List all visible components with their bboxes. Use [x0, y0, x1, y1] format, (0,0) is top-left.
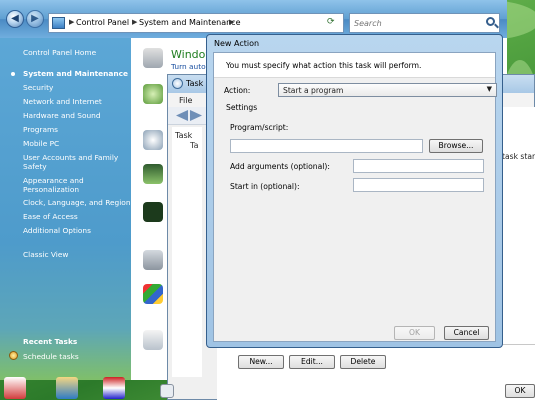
flag-icon[interactable]: [103, 377, 125, 399]
search-box[interactable]: [349, 13, 500, 33]
control-panel-icon: [52, 17, 65, 29]
sidebar-item-mobile-pc[interactable]: Mobile PC: [23, 139, 59, 148]
program-script-field[interactable]: [230, 139, 423, 153]
sidebar-item-security[interactable]: Security: [23, 83, 53, 92]
breadcrumb-control-panel[interactable]: Control Panel: [76, 18, 129, 27]
search-input[interactable]: [350, 14, 480, 32]
forward-button[interactable]: ▶: [26, 10, 44, 28]
settings-label: Settings: [226, 103, 258, 112]
tree-item-task-scheduler[interactable]: Task: [175, 131, 192, 140]
back-button[interactable]: ◀: [6, 10, 24, 28]
program-icon[interactable]: [56, 377, 78, 399]
sidebar-item-programs[interactable]: Programs: [23, 125, 58, 134]
chevron-right-icon: ▶: [229, 18, 235, 26]
sidebar-item-system-maintenance[interactable]: System and Maintenance: [23, 69, 128, 78]
sidebar-item-appearance[interactable]: Appearance and Personalization: [23, 176, 123, 194]
breadcrumb-system-maintenance[interactable]: System and Maintenance: [139, 18, 241, 27]
instruction-text: You must specify what action this task w…: [226, 61, 422, 70]
start-in-label: Start in (optional):: [230, 182, 300, 191]
sidebar-item-clock-language[interactable]: Clock, Language, and Region: [23, 198, 131, 207]
search-icon[interactable]: [486, 17, 495, 26]
add-arguments-label: Add arguments (optional):: [230, 162, 330, 171]
control-panel-sidebar: Control Panel Home System and Maintenanc…: [0, 38, 131, 380]
dialog-ok-button[interactable]: OK: [394, 326, 435, 340]
start-in-input[interactable]: [354, 179, 483, 191]
new-action-dialog: New Action You must specify what action …: [206, 34, 503, 348]
shortcut-icon[interactable]: [160, 384, 174, 398]
monitor-icon: [143, 164, 163, 184]
program-script-input[interactable]: [231, 140, 422, 152]
document-icon: [143, 330, 163, 350]
sidebar-item-additional-options[interactable]: Additional Options: [23, 226, 91, 235]
tree-pane: [172, 127, 202, 377]
start-in-field[interactable]: [353, 178, 484, 192]
dialog-body: You must specify what action this task w…: [213, 52, 497, 342]
address-box[interactable]: ▶ Control Panel ▶ System and Maintenance…: [48, 13, 344, 33]
action-label: Action:: [224, 86, 251, 95]
details-text: task starts: [502, 152, 535, 161]
terminal-icon: [143, 202, 163, 222]
sidebar-classic-view-link[interactable]: Classic View: [23, 250, 68, 259]
instruction-banner: You must specify what action this task w…: [214, 53, 495, 78]
recent-task-schedule[interactable]: Schedule tasks: [23, 352, 79, 361]
sidebar-item-network[interactable]: Network and Internet: [23, 97, 102, 106]
sidebar-item-hardware[interactable]: Hardware and Sound: [23, 111, 101, 120]
refresh-icon[interactable]: ⟳: [327, 17, 335, 27]
clock-icon: [172, 78, 183, 89]
windows-logo-icon: [143, 284, 163, 304]
actions-list-area: [217, 344, 535, 400]
current-bullet-icon: [11, 72, 15, 76]
dropdown-arrow-icon: ▼: [486, 85, 492, 93]
sidebar-item-user-accounts[interactable]: User Accounts and Family Safety: [23, 153, 123, 171]
browse-button[interactable]: Browse...: [429, 139, 483, 153]
recent-tasks-title: Recent Tasks: [23, 337, 78, 346]
new-action-button[interactable]: New...: [238, 355, 284, 369]
add-arguments-field[interactable]: [353, 159, 484, 173]
tree-item-library[interactable]: Ta: [190, 141, 198, 150]
action-value: Start a program: [283, 86, 344, 95]
clock-icon: [9, 351, 18, 360]
chevron-right-icon: ▶: [132, 18, 138, 26]
program-script-label: Program/script:: [230, 123, 289, 132]
dialog-cancel-button[interactable]: Cancel: [444, 326, 489, 340]
address-bar-area: ◀ ▶ ▶ Control Panel ▶ System and Mainten…: [0, 0, 507, 38]
dialog-title: New Action: [214, 39, 260, 48]
computer-icon: [143, 48, 163, 68]
menu-file[interactable]: File: [179, 96, 192, 105]
magnifier-icon: [143, 130, 163, 150]
edit-action-button[interactable]: Edit...: [289, 355, 335, 369]
checkmark-icon[interactable]: [4, 377, 26, 399]
action-dropdown[interactable]: Start a program ▼: [278, 83, 497, 97]
ok-button[interactable]: OK: [505, 384, 535, 398]
security-icon: [143, 84, 163, 104]
network-icon: [143, 250, 163, 270]
delete-action-button[interactable]: Delete: [340, 355, 386, 369]
forward-arrow-icon[interactable]: [190, 110, 202, 121]
sidebar-item-ease-of-access[interactable]: Ease of Access: [23, 212, 78, 221]
sidebar-home-link[interactable]: Control Panel Home: [23, 48, 96, 57]
chevron-right-icon: ▶: [69, 18, 75, 26]
add-arguments-input[interactable]: [354, 160, 483, 172]
back-arrow-icon[interactable]: [176, 110, 188, 121]
